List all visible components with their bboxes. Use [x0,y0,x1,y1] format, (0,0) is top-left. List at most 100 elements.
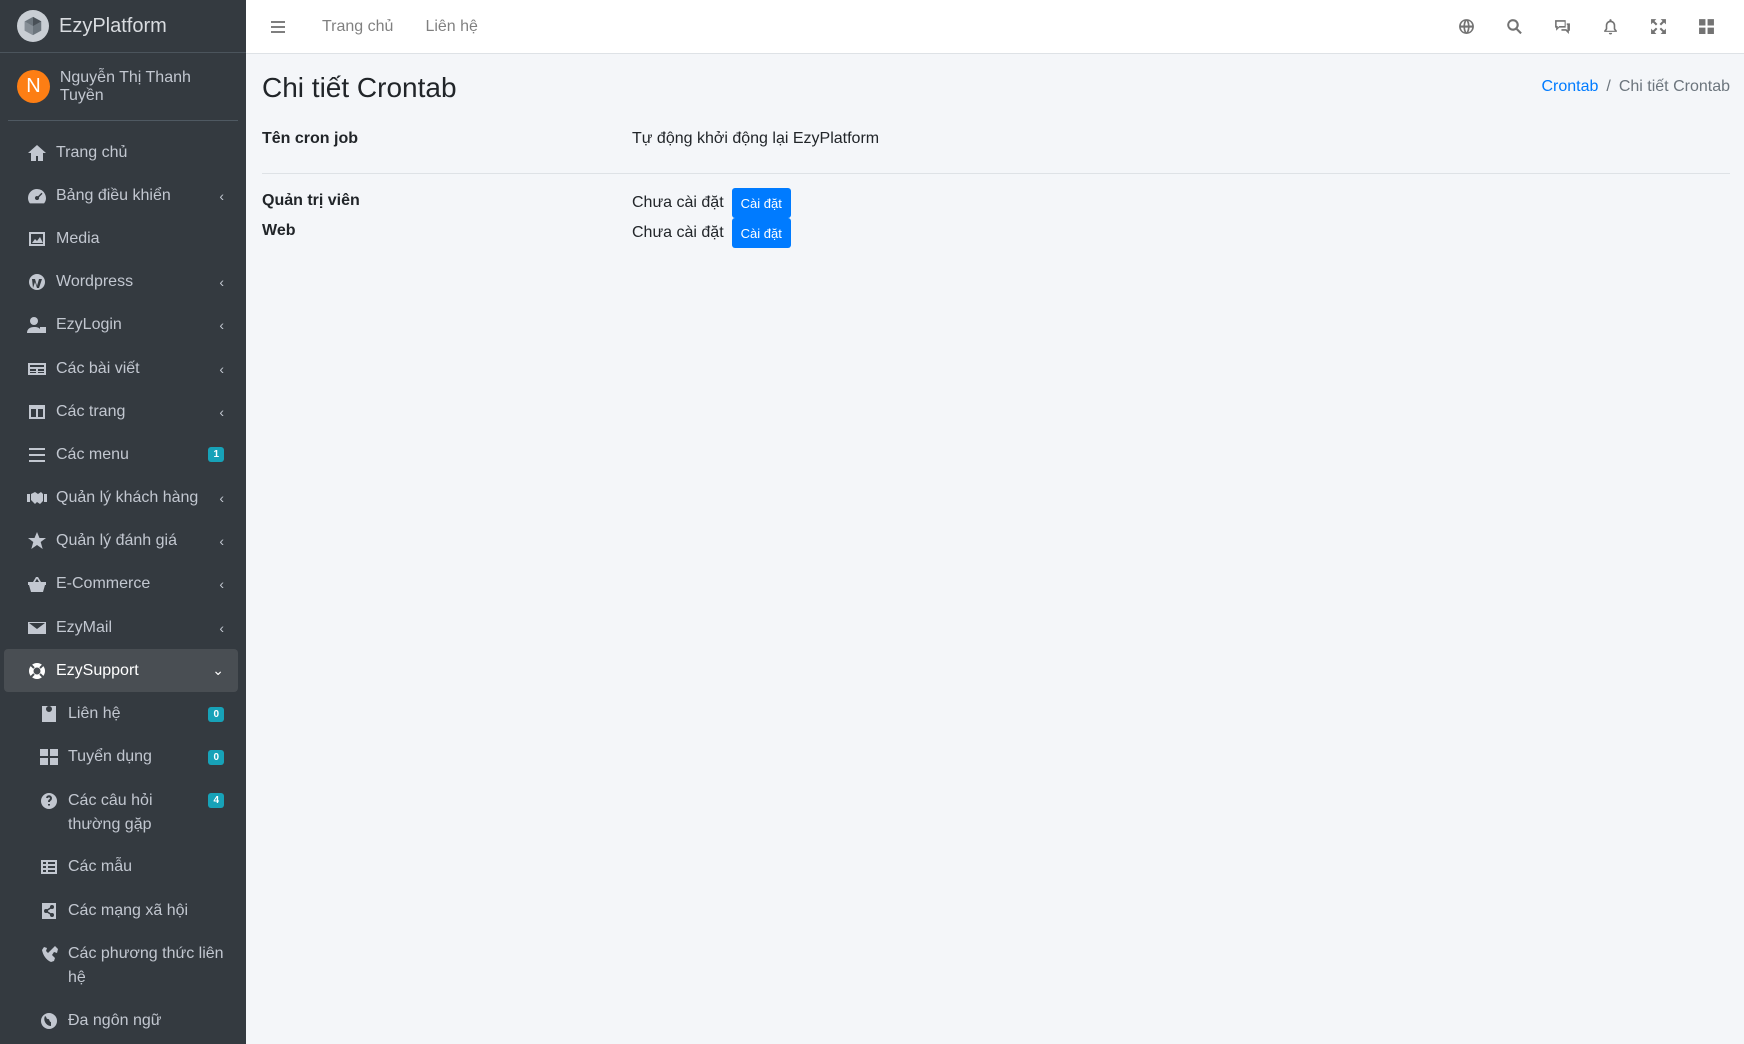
bars-icon [26,445,48,465]
sidebar-item-label: EzyMail [56,618,113,636]
sidebar-item-label: Bảng điều khiển [56,186,171,204]
sidebar-item-label: Wordpress [56,273,134,291]
brand-link[interactable]: EzyPlatform [0,0,246,53]
notifications-button[interactable] [1586,7,1634,47]
crontab-detail: Tên cron job Tự động khởi động lại EzyPl… [262,118,1730,270]
bell-icon [1603,19,1617,35]
sidebar-item-posts[interactable]: Các bài viết ‹ [4,347,238,390]
language-button[interactable] [1442,7,1490,47]
apps-icon [1698,19,1714,34]
sidebar-subnav-ezysupport: Liên hệ 0 Tuyển dụng 0 Các câu hỏi thườn… [0,692,246,1042]
basket-icon [26,574,48,594]
web-install-button[interactable]: Cài đặt [731,218,791,248]
content-header: Chi tiết Crontab Crontab / Chi tiết Cron… [262,54,1730,118]
brand-logo-icon [17,10,49,42]
sidebar-item-dashboard[interactable]: Bảng điều khiển ‹ [4,174,238,217]
sidebar-item-label: Quản lý đánh giá [56,532,177,550]
sidebar-item-ezylogin[interactable]: EzyLogin ‹ [4,304,238,347]
sidebar-item-customers[interactable]: Quản lý khách hàng ‹ [4,477,238,520]
sidebar-item-menus[interactable]: Các menu 1 [4,433,238,476]
cron-name-value: Tự động khởi động lại EzyPlatform [632,130,880,147]
sidebar-item-media[interactable]: Media [4,217,238,260]
main-content: Chi tiết Crontab Crontab / Chi tiết Cron… [246,54,1744,1044]
question-icon [38,791,60,811]
phone-icon [38,944,60,964]
sidebar-item-ecommerce[interactable]: E-Commerce ‹ [4,563,238,606]
count-badge: 4 [208,792,224,808]
menu-toggle-button[interactable] [266,15,290,39]
globe-icon [38,1011,60,1031]
count-badge: 0 [208,749,224,765]
chevron-left-icon: ‹ [219,576,224,593]
web-value: Chưa cài đặt Cài đặt [632,218,791,248]
star-icon [26,531,48,551]
contact-icon [38,704,60,724]
sidebar-subitem-multilang[interactable]: Đa ngôn ngữ [4,999,238,1042]
admin-value: Chưa cài đặt Cài đặt [632,188,791,218]
apps-button[interactable] [1682,7,1730,47]
sidebar-item-home[interactable]: Trang chủ [4,131,238,174]
web-label: Web [262,222,296,239]
top-navbar: Trang chủ Liên hệ [246,0,1744,54]
sidebar-item-ezymail[interactable]: EzyMail ‹ [4,606,238,649]
sidebar-item-label: Các câu hỏi thường gặp [68,791,153,833]
fullscreen-icon [1650,19,1666,34]
newspaper-icon [26,359,48,379]
sidebar-subitem-templates[interactable]: Các mẫu [4,846,238,889]
sidebar-item-label: Tuyển dụng [68,748,152,766]
sidebar-item-reviews[interactable]: Quản lý đánh giá ‹ [4,520,238,563]
breadcrumb-link-crontab[interactable]: Crontab [1541,78,1598,96]
sidebar-subitem-faq[interactable]: Các câu hỏi thường gặp 4 [4,779,238,846]
admin-label: Quản trị viên [262,192,360,209]
fullscreen-button[interactable] [1634,7,1682,47]
search-button[interactable] [1490,7,1538,47]
detail-row-name: Tên cron job Tự động khởi động lại EzyPl… [262,118,1730,174]
sidebar-item-label: Các mẫu [68,858,133,876]
sidebar-item-pages[interactable]: Các trang ‹ [4,390,238,433]
user-lock-icon [26,315,48,335]
sidebar-item-wordpress[interactable]: Wordpress ‹ [4,261,238,304]
sidebar-item-label: Các bài viết [56,359,140,377]
sidebar-subitem-contact-methods[interactable]: Các phương thức liên hệ [4,932,238,999]
sidebar-item-ezysupport[interactable]: EzySupport ⌄ [4,649,238,693]
user-name: Nguyễn Thị Thanh Tuyền [59,68,191,104]
grid-icon [38,747,60,767]
sidebar-item-label: Các menu [56,445,129,463]
chevron-left-icon: ‹ [219,317,224,334]
home-icon [26,143,48,163]
wordpress-icon [26,272,48,292]
sidebar-subitem-social[interactable]: Các mạng xã hội [4,889,238,932]
chevron-left-icon: ‹ [219,187,224,204]
nav-link-home[interactable]: Trang chủ [322,18,393,36]
sidebar-item-label: Các phương thức liên hệ [68,945,224,987]
columns-icon [26,402,48,422]
avatar: N [17,70,50,103]
share-icon [38,901,60,921]
chevron-left-icon: ‹ [219,533,224,550]
admin-install-button[interactable]: Cài đặt [731,188,791,218]
life-ring-icon [26,661,48,681]
comments-icon [1554,20,1570,34]
sidebar-nav: Trang chủ Bảng điều khiển ‹ Media Wordpr… [0,121,246,693]
messages-button[interactable] [1538,7,1586,47]
sidebar-item-label: EzySupport [56,661,139,679]
sidebar-subitem-recruitment[interactable]: Tuyển dụng 0 [4,736,238,779]
chevron-down-icon: ⌄ [212,662,224,679]
nav-link-contact[interactable]: Liên hệ [425,18,478,36]
sidebar-item-label: Media [56,229,100,247]
chevron-left-icon: ‹ [219,619,224,636]
search-icon [1506,19,1522,35]
sidebar-item-label: Đa ngôn ngữ [68,1011,162,1029]
table-icon [38,857,60,877]
sidebar-item-label: E-Commerce [56,575,151,593]
detail-row-web: Web Chưa cài đặt Cài đặt [262,218,1730,270]
sidebar-subitem-contact[interactable]: Liên hệ 0 [4,692,238,735]
web-status: Chưa cài đặt [632,224,724,241]
detail-row-admin: Quản trị viên Chưa cài đặt Cài đặt [262,174,1730,222]
user-panel[interactable]: N Nguyễn Thị Thanh Tuyền [8,53,238,121]
breadcrumb-current: Chi tiết Crontab [1618,78,1730,95]
language-icon [1458,19,1474,34]
count-badge: 1 [208,447,224,463]
chevron-left-icon: ‹ [219,490,224,507]
breadcrumb-separator: / [1606,78,1611,95]
